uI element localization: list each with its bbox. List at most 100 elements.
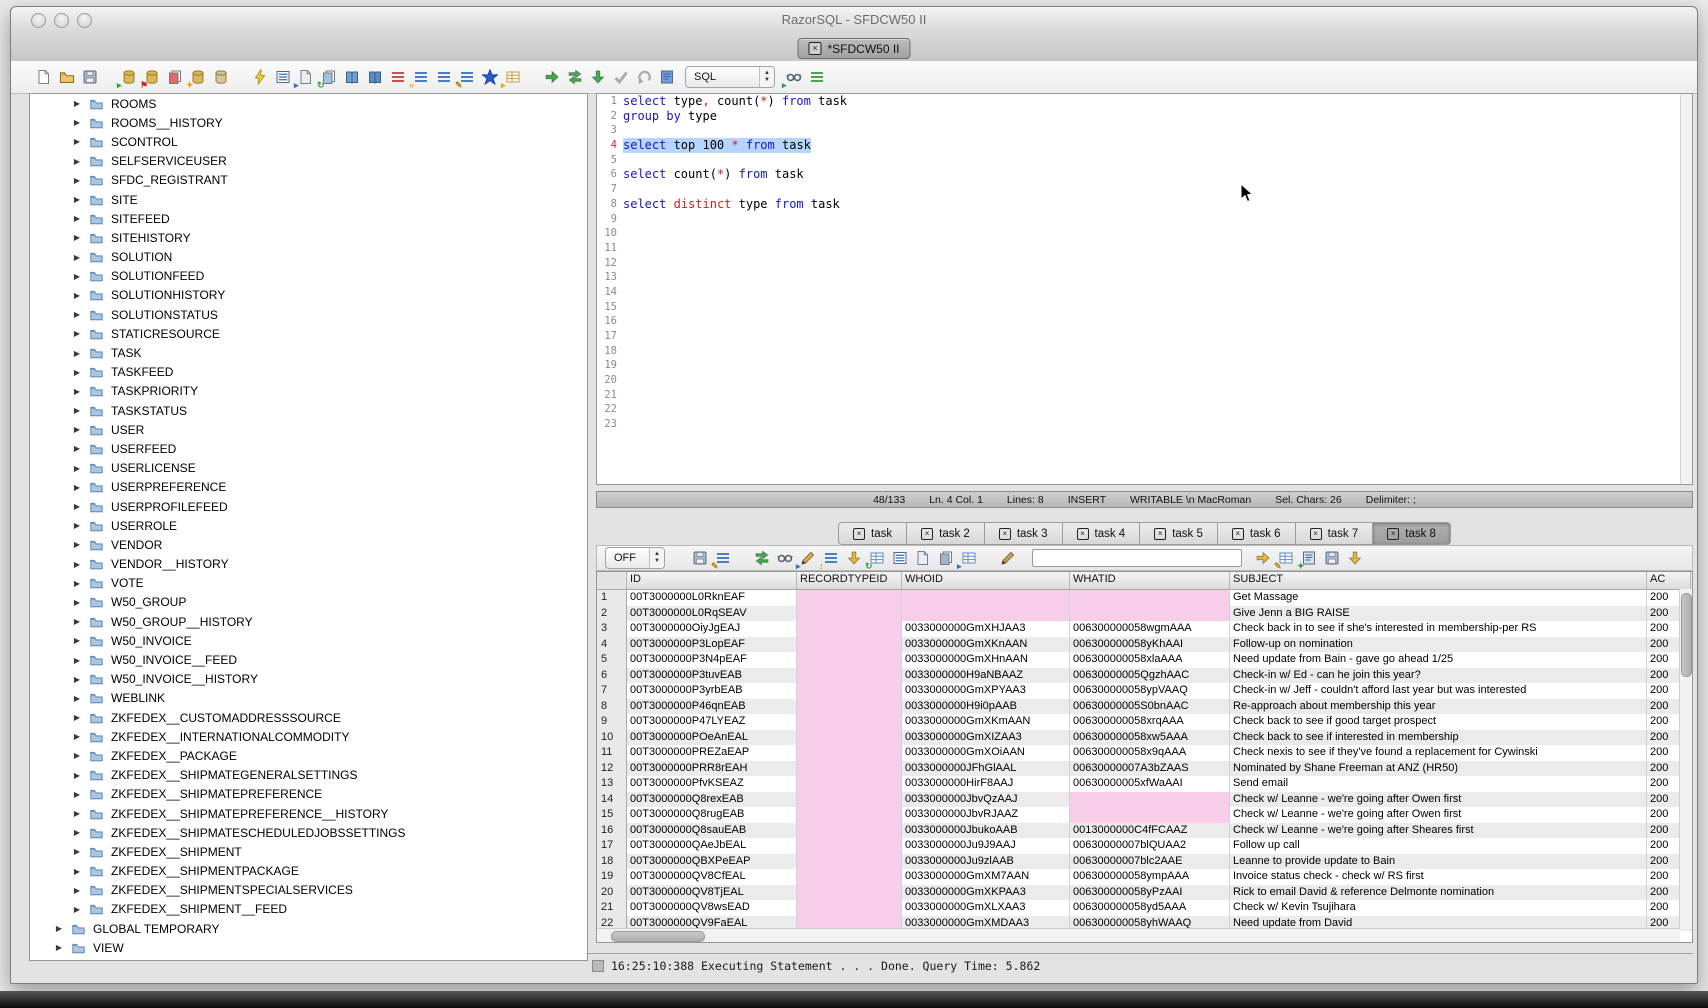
export-icon[interactable]: ▸: [295, 67, 316, 87]
tree-item-w50-invoice-history[interactable]: ▶W50_INVOICE__HISTORY: [30, 670, 587, 689]
table-row[interactable]: 1400T3000000Q8rexEAB0033000000JbvQzAAJCh…: [597, 792, 1692, 808]
fetch-icon[interactable]: [587, 67, 608, 87]
disclosure-triangle-icon[interactable]: ▶: [72, 214, 82, 223]
tree-item-zkfedex-package[interactable]: ▶ZKFEDEX__PACKAGE: [30, 746, 587, 765]
tree-item-userprofilefeed[interactable]: ▶USERPROFILEFEED: [30, 497, 587, 516]
snippets-icon[interactable]: [387, 67, 408, 87]
disclosure-triangle-icon[interactable]: ▶: [72, 233, 82, 242]
table-row[interactable]: 1900T3000000QV8CfEAL0033000000GmXM7AAN00…: [597, 869, 1692, 885]
disconnect-icon[interactable]: ⚑: [141, 67, 162, 87]
disclosure-triangle-icon[interactable]: ▶: [72, 176, 82, 185]
column-header-recordtypeid[interactable]: RECORDTYPEID: [797, 572, 902, 589]
disclosure-triangle-icon[interactable]: ▶: [54, 943, 64, 952]
format-sql-icon[interactable]: [433, 67, 454, 87]
disclosure-triangle-icon[interactable]: ▶: [72, 847, 82, 856]
table-row[interactable]: 2100T3000000QV8wsEAD0033000000GmXLXAA300…: [597, 900, 1692, 916]
disclosure-triangle-icon[interactable]: ▶: [72, 483, 82, 492]
disclosure-triangle-icon[interactable]: ▶: [72, 751, 82, 760]
tree-item-vendor-history[interactable]: ▶VENDOR__HISTORY: [30, 555, 587, 574]
column-header-whoid[interactable]: WHOID: [902, 572, 1070, 589]
table-tools-icon[interactable]: ▸: [502, 67, 523, 87]
tab-close-icon[interactable]: ×: [1387, 528, 1399, 540]
disclosure-triangle-icon[interactable]: ▶: [72, 310, 82, 319]
edit-sql-icon[interactable]: ✎: [456, 67, 477, 87]
tree-item-vendor[interactable]: ▶VENDOR: [30, 535, 587, 554]
disclosure-triangle-icon[interactable]: ▶: [72, 521, 82, 530]
tree-item-weblink[interactable]: ▶WEBLINK: [30, 689, 587, 708]
result-tab-task-3[interactable]: ×task 3: [984, 522, 1062, 545]
tree-item-global-temporary[interactable]: ▶GLOBAL TEMPORARY: [30, 919, 587, 938]
copy-table-icon[interactable]: ▸: [958, 548, 979, 568]
disclosure-triangle-icon[interactable]: ▶: [72, 99, 82, 108]
generate-sql-icon[interactable]: ✦: [1298, 548, 1319, 568]
rollback-icon[interactable]: [633, 67, 654, 87]
disclosure-triangle-icon[interactable]: ▶: [72, 713, 82, 722]
table-row[interactable]: 500T3000000P3N4pEAF0033000000GmXHnAAN006…: [597, 652, 1692, 668]
result-tab-task[interactable]: ×task: [838, 522, 906, 545]
tree-item-solution[interactable]: ▶SOLUTION: [30, 248, 587, 267]
tree-item-w50-group-history[interactable]: ▶W50_GROUP__HISTORY: [30, 612, 587, 631]
refresh-table-icon[interactable]: ↻: [866, 548, 887, 568]
tree-item-userrole[interactable]: ▶USERROLE: [30, 516, 587, 535]
editor-scrollbar[interactable]: [1680, 94, 1692, 484]
tree-item-userfeed[interactable]: ▶USERFEED: [30, 439, 587, 458]
tree-item-zkfedex-shipmategeneralsettings[interactable]: ▶ZKFEDEX__SHIPMATEGENERALSETTINGS: [30, 766, 587, 785]
tree-item-sitefeed[interactable]: ▶SITEFEED: [30, 209, 587, 228]
tree-item-w50-invoice[interactable]: ▶W50_INVOICE: [30, 631, 587, 650]
tree-item-vote[interactable]: ▶VOTE: [30, 574, 587, 593]
tree-item-task[interactable]: ▶TASK: [30, 343, 587, 362]
disclosure-triangle-icon[interactable]: ▶: [72, 368, 82, 377]
table-row[interactable]: 600T3000000P3tuvEAB0033000000H9aNBAAZ006…: [597, 668, 1692, 684]
grid-horizontal-scrollbar[interactable]: [597, 928, 1680, 942]
pen-icon[interactable]: [997, 548, 1018, 568]
disclosure-triangle-icon[interactable]: ▶: [72, 406, 82, 415]
disclosure-triangle-icon[interactable]: ▶: [72, 540, 82, 549]
tree-item-view[interactable]: ▶VIEW: [30, 938, 587, 957]
tab-close-icon[interactable]: ×: [1154, 528, 1166, 540]
table-row[interactable]: 700T3000000P3yrbEAB0033000000GmXPYAA3006…: [597, 683, 1692, 699]
table-row[interactable]: 1800T3000000QBXPeEAP0033000000Ju9zlAAB00…: [597, 854, 1692, 870]
tree-item-zkfedex-shipmatepreference-history[interactable]: ▶ZKFEDEX__SHIPMATEPREFERENCE__HISTORY: [30, 804, 587, 823]
tab-close-icon[interactable]: ×: [853, 528, 865, 540]
edit-cell-icon[interactable]: ▸: [797, 548, 818, 568]
disclosure-triangle-icon[interactable]: ▶: [72, 886, 82, 895]
disclosure-triangle-icon[interactable]: ▶: [72, 291, 82, 300]
tree-item-selfserviceuser[interactable]: ▶SELFSERVICEUSER: [30, 152, 587, 171]
tab-close-icon[interactable]: ×: [808, 42, 821, 55]
tree-item-rooms[interactable]: ▶ROOMS: [30, 94, 587, 113]
max-rows-select[interactable]: OFF ▲▼: [605, 547, 665, 569]
disclosure-triangle-icon[interactable]: ▶: [72, 253, 82, 262]
disclosure-triangle-icon[interactable]: ▶: [72, 329, 82, 338]
table-row[interactable]: 1600T3000000Q8sauEAB0033000000JbukoAAB00…: [597, 823, 1692, 839]
open-file-icon[interactable]: [56, 67, 77, 87]
tree-item-sfdc-registrant[interactable]: ▶SFDC_REGISTRANT: [30, 171, 587, 190]
table-row[interactable]: 1100T3000000PREZaEAP0033000000GmXOiAAN00…: [597, 745, 1692, 761]
compare-icon[interactable]: ↻: [318, 67, 339, 87]
copy-connection-icon[interactable]: [164, 67, 185, 87]
tab-close-icon[interactable]: ×: [921, 528, 933, 540]
disclosure-triangle-icon[interactable]: ▶: [72, 732, 82, 741]
results-search-input[interactable]: [1032, 549, 1242, 567]
execute-statement-icon[interactable]: [541, 67, 562, 87]
tree-item-staticresource[interactable]: ▶STATICRESOURCE: [30, 324, 587, 343]
tree-item-scontrol[interactable]: ▶SCONTROL: [30, 132, 587, 151]
table-row[interactable]: 1000T3000000POeAnEAL0033000000GmXIZAA300…: [597, 730, 1692, 746]
tree-item-site[interactable]: ▶SITE: [30, 190, 587, 209]
statement-type-select[interactable]: SQL ▲▼: [685, 66, 775, 88]
tree-item-sitehistory[interactable]: ▶SITEHISTORY: [30, 228, 587, 247]
query-queue-icon[interactable]: [806, 67, 827, 87]
grid-vertical-scrollbar[interactable]: [1679, 589, 1692, 929]
new-file-icon[interactable]: [33, 67, 54, 87]
table-row[interactable]: 2000T3000000QV8TjEAL0033000000GmXKPAA300…: [597, 885, 1692, 901]
tree-item-userlicense[interactable]: ▶USERLICENSE: [30, 459, 587, 478]
grid-vertical-scrollbar-thumb[interactable]: [1681, 593, 1692, 677]
disclosure-triangle-icon[interactable]: ▶: [72, 560, 82, 569]
table-row[interactable]: 800T3000000P46qnEAB0033000000H9i0pAAB006…: [597, 699, 1692, 715]
export-down-icon[interactable]: [1344, 548, 1365, 568]
tree-item-taskfeed[interactable]: ▶TASKFEED: [30, 363, 587, 382]
disclosure-triangle-icon[interactable]: ▶: [72, 387, 82, 396]
tab-close-icon[interactable]: ×: [999, 528, 1011, 540]
view-results-icon[interactable]: ▸: [783, 67, 804, 87]
disclosure-triangle-icon[interactable]: ▶: [72, 598, 82, 607]
disclosure-triangle-icon[interactable]: ▶: [72, 790, 82, 799]
